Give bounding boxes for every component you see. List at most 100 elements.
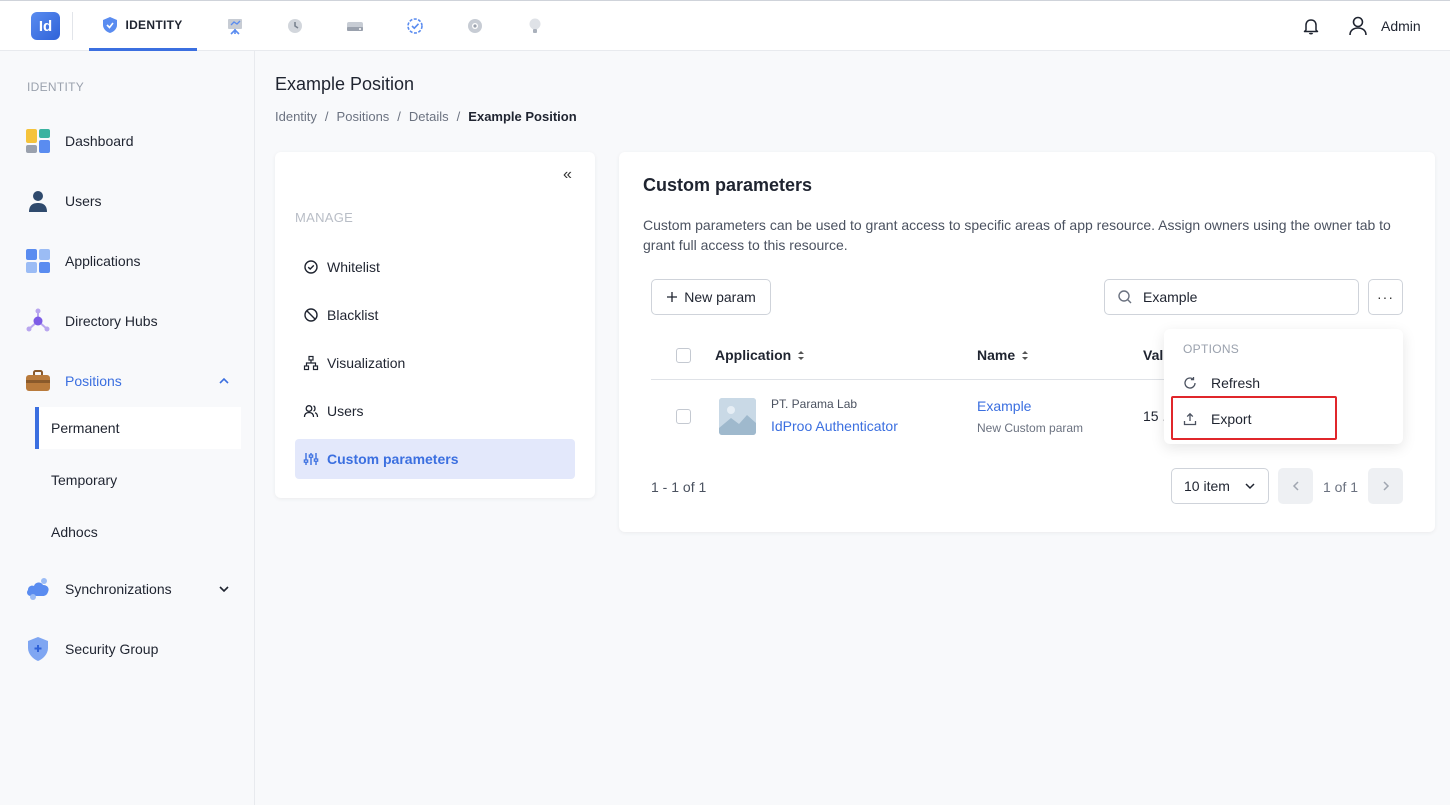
users-icon [303, 405, 319, 418]
menu-item-users[interactable]: Users [295, 391, 575, 431]
column-label: Application [715, 347, 792, 363]
prev-page-button[interactable] [1278, 468, 1313, 504]
user-icon [24, 188, 51, 215]
app-image-placeholder [719, 398, 756, 435]
hierarchy-icon [303, 355, 319, 371]
hub-icon [24, 308, 51, 335]
search-input[interactable] [1143, 289, 1333, 305]
options-dropdown: OPTIONS Refresh Export [1164, 329, 1403, 444]
new-param-label: New param [684, 289, 756, 305]
bulb-icon[interactable] [525, 16, 545, 36]
app-organization: PT. Parama Lab [771, 397, 858, 411]
sidebar-item-label: Dashboard [65, 133, 134, 149]
sidebar-item-users[interactable]: Users [24, 186, 239, 216]
cloud-sync-icon [24, 576, 51, 603]
breadcrumb-separator: / [456, 109, 461, 124]
breadcrumb-separator: / [324, 109, 329, 124]
sidebar-item-label: Security Group [65, 641, 159, 657]
menu-item-custom-parameters[interactable]: Custom parameters [295, 439, 575, 479]
pagination-range: 1 - 1 of 1 [651, 479, 707, 495]
more-options-button[interactable]: ··· [1368, 279, 1403, 315]
items-per-page-select[interactable]: 10 item [1171, 468, 1269, 504]
column-header-name[interactable]: Name [977, 347, 1029, 363]
param-name-link[interactable]: Example [977, 398, 1031, 414]
sidebar-item-positions[interactable]: Positions [24, 366, 239, 396]
breadcrumb-separator: / [397, 109, 401, 124]
breadcrumb: Identity / Positions / Details / Example… [275, 109, 577, 124]
clock-check-icon[interactable] [405, 16, 425, 36]
chevron-up-icon[interactable] [217, 374, 231, 388]
sidebar-item-label: Applications [65, 253, 141, 269]
collapse-button[interactable]: « [563, 166, 572, 184]
presentation-icon[interactable] [225, 16, 245, 36]
row-checkbox[interactable] [676, 409, 691, 424]
breadcrumb-item-identity[interactable]: Identity [275, 109, 317, 124]
chevron-down-icon [1245, 483, 1255, 490]
module-tab-identity[interactable]: IDENTITY [89, 1, 197, 51]
sidebar-item-dashboard[interactable]: Dashboard [24, 126, 239, 156]
sidebar-item-label: Synchronizations [65, 581, 172, 597]
sidebar-item-label: Directory Hubs [65, 313, 158, 329]
menu-item-visualization[interactable]: Visualization [295, 343, 575, 383]
app-name-link[interactable]: IdProo Authenticator [771, 418, 898, 434]
refresh-label: Refresh [1211, 375, 1261, 391]
sort-icon [1022, 350, 1029, 360]
sort-icon [798, 350, 805, 360]
sidebar-subitem-permanent[interactable]: Permanent [35, 407, 241, 449]
next-page-button[interactable] [1368, 468, 1403, 504]
user-icon[interactable] [1347, 15, 1369, 37]
chevron-down-icon[interactable] [217, 582, 231, 596]
param-value: 15 . [1143, 408, 1167, 424]
user-name[interactable]: Admin [1381, 18, 1421, 34]
sidebar-item-label: Positions [65, 373, 122, 389]
shield-icon [24, 636, 51, 663]
breadcrumb-item-current: Example Position [468, 109, 577, 124]
sidebar-item-directory-hubs[interactable]: Directory Hubs [24, 306, 239, 336]
sidebar-item-security-group[interactable]: Security Group [24, 634, 239, 664]
breadcrumb-item-positions[interactable]: Positions [337, 109, 390, 124]
items-per-page-value: 10 item [1184, 478, 1230, 494]
storage-icon[interactable] [345, 16, 365, 36]
module-tab-label: IDENTITY [125, 17, 183, 32]
column-header-application[interactable]: Application [715, 347, 805, 363]
menu-item-label: Users [327, 403, 364, 419]
upload-icon [1183, 412, 1197, 426]
menu-item-label: Whitelist [327, 259, 380, 275]
breadcrumb-item-details[interactable]: Details [409, 109, 449, 124]
menu-item-label: Custom parameters [327, 451, 459, 467]
sidebar-section-title: IDENTITY [27, 80, 85, 94]
sidebar-subitem-adhocs[interactable]: Adhocs [35, 511, 241, 553]
menu-item-blacklist[interactable]: Blacklist [295, 295, 575, 335]
briefcase-icon [24, 368, 51, 395]
image-icon [719, 398, 756, 435]
sidebar: IDENTITY Dashboard Users Applications Di… [0, 51, 255, 805]
bell-icon[interactable] [1301, 16, 1321, 36]
column-header-value[interactable]: Val [1143, 347, 1163, 363]
search-box[interactable] [1104, 279, 1359, 315]
card-description: Custom parameters can be used to grant a… [643, 217, 1391, 253]
sidebar-item-label: Users [65, 193, 102, 209]
sidebar-subitem-temporary[interactable]: Temporary [35, 459, 241, 501]
options-title: OPTIONS [1183, 342, 1240, 356]
sidebar-item-synchronizations[interactable]: Synchronizations [24, 574, 239, 604]
page-title: Example Position [275, 74, 415, 94]
column-label: Val [1143, 347, 1164, 363]
dashboard-icon [24, 128, 51, 155]
chevron-left-icon [1292, 481, 1299, 491]
refresh-menu-item[interactable]: Refresh [1183, 375, 1260, 391]
app-logo[interactable]: Id [31, 12, 60, 40]
plus-icon [667, 292, 678, 302]
refresh-icon [1184, 377, 1196, 389]
sidebar-item-applications[interactable]: Applications [24, 246, 239, 276]
select-all-checkbox[interactable] [676, 348, 691, 363]
history-icon[interactable] [285, 16, 305, 36]
new-param-button[interactable]: New param [651, 279, 771, 315]
card-title: Custom parameters [643, 175, 813, 195]
settings-icon[interactable] [465, 16, 485, 36]
menu-item-label: Visualization [327, 355, 406, 371]
shield-icon [103, 16, 118, 33]
export-menu-item[interactable]: Export [1183, 411, 1251, 427]
menu-item-whitelist[interactable]: Whitelist [295, 247, 575, 287]
manage-section-title: MANAGE [295, 210, 354, 225]
page-indicator: 1 of 1 [1323, 479, 1359, 495]
